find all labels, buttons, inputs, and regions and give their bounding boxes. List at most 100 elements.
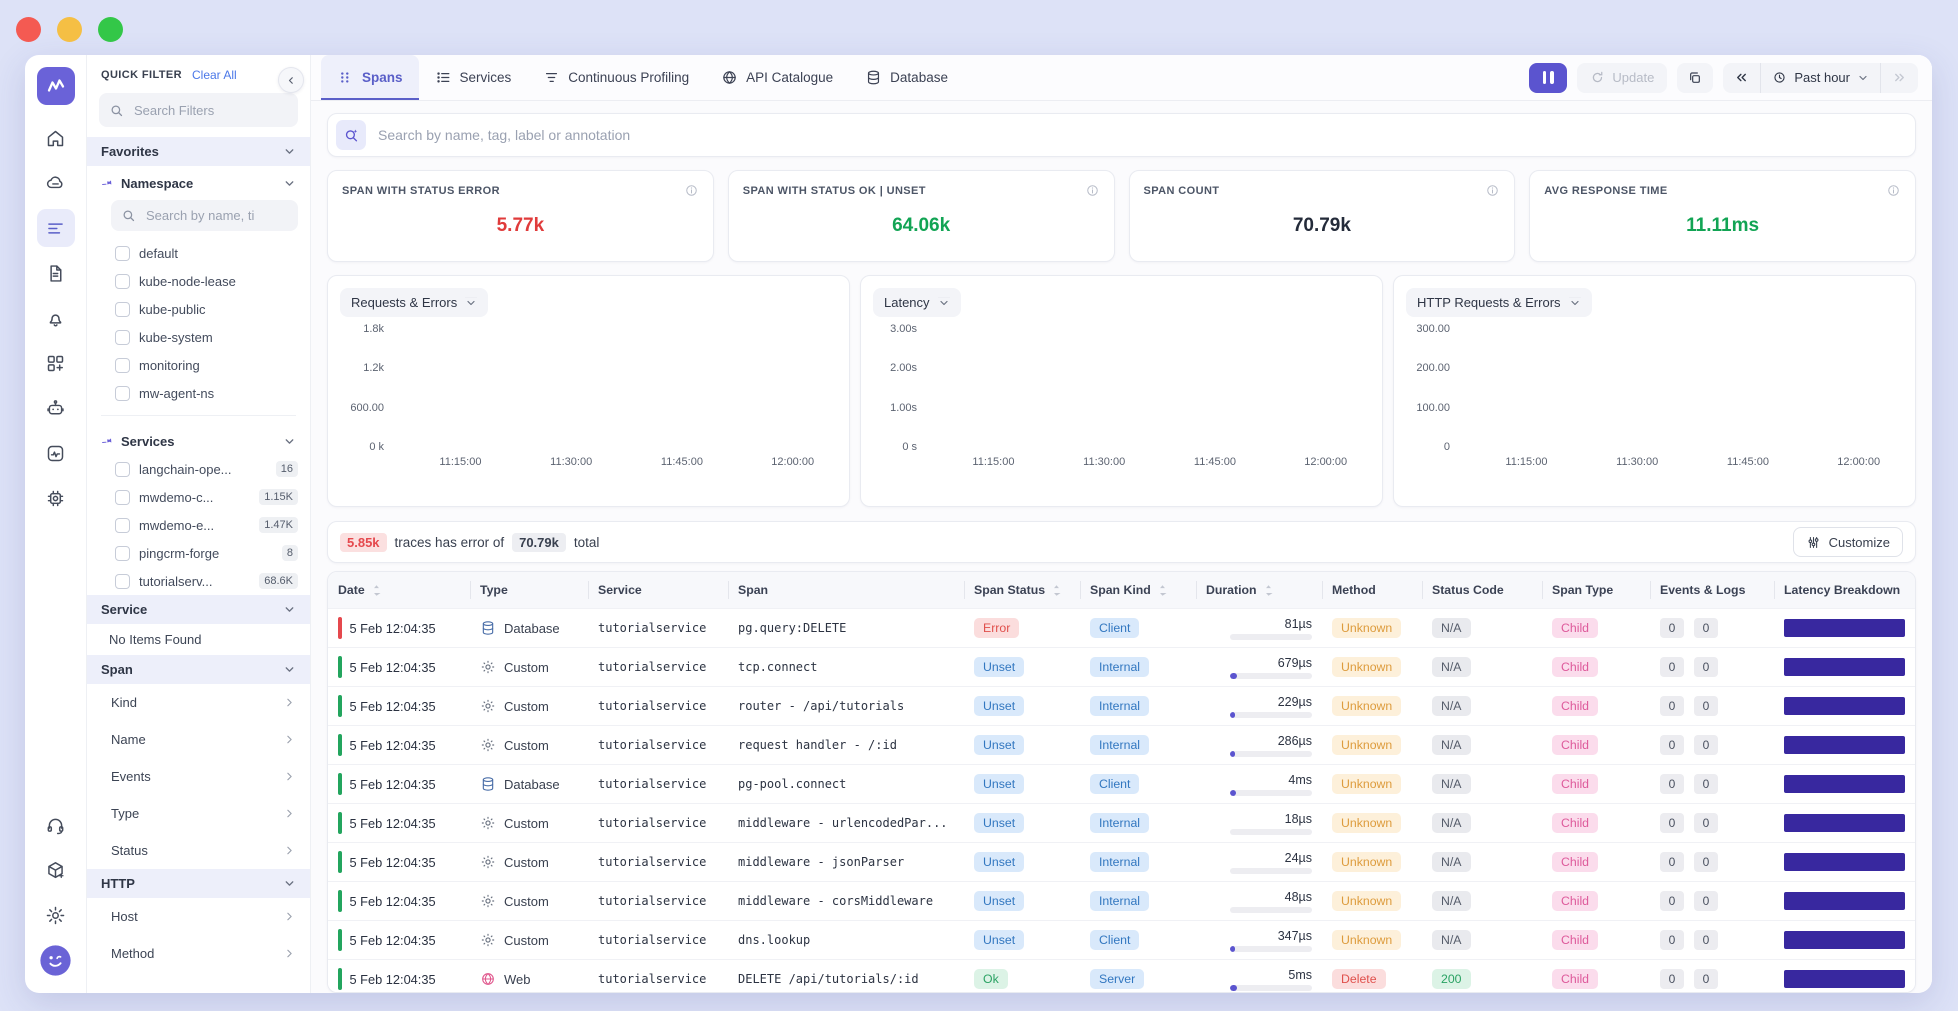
table-row[interactable]: 5 Feb 12:04:35WebtutorialserviceDELETE /… — [328, 959, 1915, 992]
span-filter-kind[interactable]: Kind — [87, 684, 310, 721]
checkbox[interactable] — [115, 358, 130, 373]
namespace-filter-item[interactable]: kube-node-lease — [87, 267, 310, 295]
checkbox[interactable] — [115, 518, 130, 533]
checkbox[interactable] — [115, 330, 130, 345]
checkbox[interactable] — [115, 246, 130, 261]
namespace-filter-item[interactable]: kube-public — [87, 295, 310, 323]
nav-rum[interactable] — [37, 434, 75, 472]
tab-database[interactable]: Database — [849, 55, 964, 100]
service-filter-item[interactable]: mwdemo-c...1.15K — [87, 483, 310, 511]
table-row[interactable]: 5 Feb 12:04:35Customtutorialservicemiddl… — [328, 881, 1915, 920]
time-range-select[interactable]: Past hour — [1760, 63, 1880, 93]
namespace-section-header[interactable]: Namespace — [87, 166, 310, 197]
checkbox[interactable] — [115, 274, 130, 289]
column-header[interactable]: Span — [728, 572, 964, 608]
collapse-filter-button[interactable] — [278, 67, 304, 93]
nav-assistant[interactable] — [37, 389, 75, 427]
service-filter-item[interactable]: mwdemo-e...1.47K — [87, 511, 310, 539]
info-icon[interactable] — [1085, 183, 1100, 198]
tab-services[interactable]: Services — [419, 55, 528, 100]
nav-logs[interactable] — [37, 254, 75, 292]
minimize-window-button[interactable] — [57, 17, 82, 42]
nav-support[interactable] — [37, 806, 75, 844]
http-filter-host[interactable]: Host — [87, 898, 310, 935]
namespace-filter-item[interactable]: monitoring — [87, 351, 310, 379]
zoom-window-button[interactable] — [98, 17, 123, 42]
chart-metric-select[interactable]: HTTP Requests & Errors — [1406, 288, 1592, 317]
table-row[interactable]: 5 Feb 12:04:35Customtutorialservicedns.l… — [328, 920, 1915, 959]
checkbox[interactable] — [115, 386, 130, 401]
column-header[interactable]: Span Kind — [1080, 572, 1196, 608]
checkbox[interactable] — [115, 574, 130, 589]
service-filter-item[interactable]: pingcrm-forge8 — [87, 539, 310, 567]
span-filter-status[interactable]: Status — [87, 832, 310, 869]
info-icon[interactable] — [684, 183, 699, 198]
chart-metric-select[interactable]: Requests & Errors — [340, 288, 488, 317]
column-header[interactable]: Type — [470, 572, 588, 608]
info-icon[interactable] — [1886, 183, 1901, 198]
table-row[interactable]: 5 Feb 12:04:35Customtutorialservicemiddl… — [328, 842, 1915, 881]
checkbox[interactable] — [115, 546, 130, 561]
nav-alerts[interactable] — [37, 299, 75, 337]
namespace-filter-item[interactable]: kube-system — [87, 323, 310, 351]
middleware-logo[interactable] — [37, 67, 75, 105]
nav-infrastructure[interactable] — [37, 164, 75, 202]
http-filter-method[interactable]: Method — [87, 935, 310, 972]
table-row[interactable]: 5 Feb 12:04:35Customtutorialservicetcp.c… — [328, 647, 1915, 686]
chart-metric-select[interactable]: Latency — [873, 288, 961, 317]
nav-processes[interactable] — [37, 479, 75, 517]
nav-home[interactable] — [37, 119, 75, 157]
info-icon[interactable] — [1485, 183, 1500, 198]
service-section-header[interactable]: Service — [87, 595, 310, 624]
span-search-input[interactable] — [376, 126, 1907, 144]
table-row[interactable]: 5 Feb 12:04:35Databasetutorialservicepg.… — [328, 608, 1915, 647]
column-header[interactable]: Service — [588, 572, 728, 608]
column-header[interactable]: Span Status — [964, 572, 1080, 608]
column-header[interactable]: Latency Breakdown — [1774, 572, 1915, 608]
http-section-header[interactable]: HTTP — [87, 869, 310, 898]
pause-button[interactable] — [1529, 63, 1567, 93]
column-header[interactable]: Span Type — [1542, 572, 1650, 608]
namespace-filter-item[interactable]: default — [87, 239, 310, 267]
tab-api-catalogue[interactable]: API Catalogue — [705, 55, 849, 100]
update-button[interactable]: Update — [1577, 63, 1667, 93]
time-forward-button[interactable] — [1880, 63, 1918, 93]
column-header[interactable]: Status Code — [1422, 572, 1542, 608]
column-header[interactable]: Method — [1322, 572, 1422, 608]
span-filter-name[interactable]: Name — [87, 721, 310, 758]
span-filter-type[interactable]: Type — [87, 795, 310, 832]
customize-button[interactable]: Customize — [1793, 527, 1903, 557]
sort-icon[interactable] — [1052, 584, 1061, 597]
checkbox[interactable] — [115, 490, 130, 505]
service-filter-item[interactable]: langchain-ope...16 — [87, 455, 310, 483]
sort-icon[interactable] — [1158, 584, 1167, 597]
nav-install-agent[interactable] — [37, 851, 75, 889]
copy-button[interactable] — [1677, 63, 1713, 93]
namespace-filter-item[interactable]: mw-agent-ns — [87, 379, 310, 407]
sort-icon[interactable] — [372, 584, 381, 597]
nav-traces[interactable] — [37, 209, 75, 247]
checkbox[interactable] — [115, 462, 130, 477]
column-header[interactable]: Events & Logs — [1650, 572, 1774, 608]
table-row[interactable]: 5 Feb 12:04:35Databasetutorialservicepg-… — [328, 764, 1915, 803]
table-row[interactable]: 5 Feb 12:04:35Customtutorialservicereque… — [328, 725, 1915, 764]
span-section-header[interactable]: Span — [87, 655, 310, 684]
tab-continuous-profiling[interactable]: Continuous Profiling — [527, 55, 705, 100]
namespace-search-input[interactable] — [144, 207, 288, 224]
nav-user-avatar[interactable] — [37, 941, 75, 979]
tab-spans[interactable]: Spans — [321, 55, 419, 100]
close-window-button[interactable] — [16, 17, 41, 42]
services-section-header[interactable]: Services — [87, 424, 310, 455]
time-back-button[interactable] — [1723, 63, 1760, 93]
clear-all-button[interactable]: Clear All — [192, 68, 237, 82]
filter-search-input[interactable] — [132, 102, 288, 119]
table-row[interactable]: 5 Feb 12:04:35Customtutorialserviceroute… — [328, 686, 1915, 725]
column-header[interactable]: Date — [328, 572, 470, 608]
checkbox[interactable] — [115, 302, 130, 317]
nav-settings[interactable] — [37, 896, 75, 934]
sort-icon[interactable] — [1264, 584, 1273, 597]
nav-integrations[interactable] — [37, 344, 75, 382]
table-row[interactable]: 5 Feb 12:04:35Customtutorialservicemiddl… — [328, 803, 1915, 842]
favorites-section-header[interactable]: Favorites — [87, 137, 310, 166]
column-header[interactable]: Duration — [1196, 572, 1322, 608]
